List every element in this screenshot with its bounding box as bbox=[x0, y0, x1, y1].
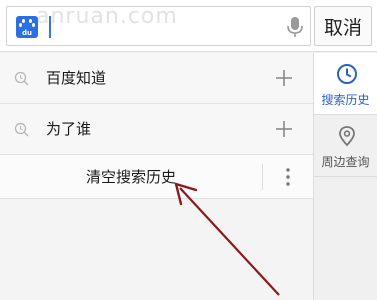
history-item[interactable]: 百度知道 bbox=[0, 53, 313, 104]
search-history-list: 百度知道 为了谁 清空搜索历史 bbox=[0, 53, 313, 199]
side-tabs: 搜索历史 周边查询 bbox=[313, 53, 377, 300]
tab-label: 搜索历史 bbox=[321, 93, 370, 107]
app-screen: du 取消 anruan.com 百度知道 为了谁 清空搜索历史 搜索历史 周边… bbox=[0, 0, 377, 300]
microphone-icon[interactable] bbox=[285, 16, 305, 38]
clock-icon bbox=[337, 64, 357, 84]
history-search-icon bbox=[14, 122, 29, 137]
location-pin-icon bbox=[339, 126, 355, 147]
history-search-icon bbox=[14, 71, 29, 86]
search-input[interactable] bbox=[53, 13, 273, 41]
text-cursor bbox=[49, 16, 51, 38]
divider bbox=[262, 164, 263, 190]
tab-search-history[interactable]: 搜索历史 bbox=[314, 53, 377, 115]
clear-history-row: 清空搜索历史 bbox=[0, 155, 313, 199]
history-item-label: 为了谁 bbox=[46, 120, 92, 138]
logo-text: du bbox=[22, 29, 32, 37]
baidu-logo-icon: du bbox=[16, 16, 38, 38]
history-item[interactable]: 为了谁 bbox=[0, 104, 313, 155]
search-bar: du 取消 bbox=[0, 0, 377, 52]
plus-icon[interactable] bbox=[275, 69, 293, 87]
history-item-label: 百度知道 bbox=[46, 69, 107, 87]
tab-label: 周边查询 bbox=[321, 155, 370, 169]
cancel-button[interactable]: 取消 bbox=[314, 6, 372, 46]
search-box[interactable]: du bbox=[6, 6, 311, 46]
tab-nearby-search[interactable]: 周边查询 bbox=[314, 115, 377, 177]
more-vertical-icon[interactable] bbox=[281, 167, 295, 187]
plus-icon[interactable] bbox=[275, 120, 293, 138]
clear-history-button[interactable]: 清空搜索历史 bbox=[0, 155, 262, 199]
